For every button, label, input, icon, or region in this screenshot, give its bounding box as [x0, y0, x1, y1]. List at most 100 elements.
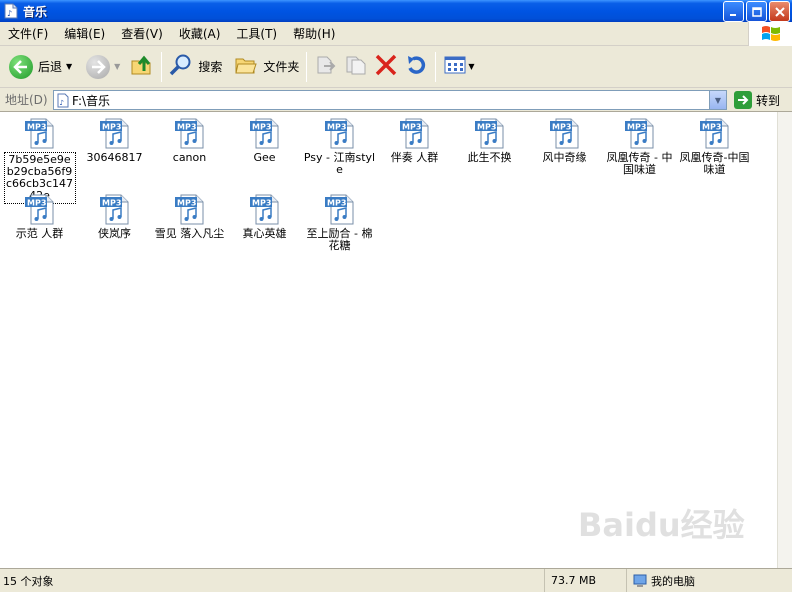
drive-folder-icon: ♪ [57, 93, 69, 108]
menu-file[interactable]: 文件(F) [0, 25, 56, 42]
delete-button[interactable] [371, 50, 401, 84]
file-item[interactable]: MP3 此生不换 [452, 117, 527, 164]
mp3-badge: MP3 [552, 123, 571, 132]
up-folder-icon [130, 53, 154, 80]
forward-button[interactable]: ▼ [83, 50, 123, 84]
up-folder-button[interactable] [127, 50, 157, 84]
status-count: 15 个对象 [0, 569, 545, 592]
file-item[interactable]: MP37b59e5e9eb29cba56f9c66cb3c14742e [2, 117, 77, 204]
toolbar: 后退 ▼ ▼ 搜索 文件夹 ▼ [0, 46, 792, 88]
mp3-file-icon: MP3 [248, 193, 282, 225]
mp3-file-icon: MP3 [323, 117, 357, 149]
file-name: 示范 人群 [15, 227, 64, 240]
views-button[interactable]: ▼ [440, 50, 477, 84]
toolbar-separator [435, 51, 437, 82]
music-folder-icon: ♪ [4, 3, 18, 19]
mp3-file-icon: MP3 [323, 193, 357, 225]
mp3-file-icon: MP3 [248, 117, 282, 149]
file-name: 雪见 落入凡尘 [154, 227, 225, 240]
title-bar[interactable]: ♪ 音乐 [0, 0, 792, 22]
menu-favorites[interactable]: 收藏(A) [171, 25, 229, 42]
back-dropdown-icon[interactable]: ▼ [66, 62, 72, 71]
mp3-file-icon: MP3 [23, 117, 57, 149]
mp3-file-icon: MP3 [548, 117, 582, 149]
file-item[interactable]: MP3 Gee [227, 117, 302, 164]
mp3-badge: MP3 [27, 199, 46, 208]
file-name: canon [172, 151, 207, 164]
mp3-badge: MP3 [102, 199, 121, 208]
mp3-badge: MP3 [252, 123, 271, 132]
address-value: F:\音乐 [72, 93, 111, 108]
folders-label: 文件夹 [263, 60, 300, 74]
file-item[interactable]: MP3 伴奏 人群 [377, 117, 452, 164]
mp3-file-icon: MP3 [98, 193, 132, 225]
mp3-badge: MP3 [252, 199, 271, 208]
svg-text:♪: ♪ [7, 9, 12, 18]
menu-bar: 文件(F) 编辑(E) 查看(V) 收藏(A) 工具(T) 帮助(H) [0, 22, 792, 46]
undo-button[interactable] [401, 50, 431, 84]
go-button[interactable]: 转到 [734, 91, 780, 109]
search-button[interactable]: 搜索 [166, 50, 225, 84]
my-computer-icon [633, 574, 647, 588]
baidu-watermark: Baidu经验 [578, 506, 745, 544]
menu-edit[interactable]: 编辑(E) [56, 25, 113, 42]
copy-to-icon [344, 54, 368, 79]
mp3-file-icon: MP3 [98, 117, 132, 149]
mp3-badge: MP3 [327, 199, 346, 208]
mp3-badge: MP3 [177, 123, 196, 132]
address-input[interactable]: ♪ F:\音乐 ▼ [53, 90, 727, 110]
go-arrow-icon [734, 91, 752, 109]
file-item[interactable]: MP3 示范 人群 [2, 193, 77, 240]
address-label: 地址(D) [5, 93, 48, 107]
svg-text:♪: ♪ [60, 99, 64, 107]
folder-icon [234, 54, 258, 79]
delete-icon [374, 54, 398, 79]
minimize-button[interactable] [723, 1, 744, 22]
move-to-icon [314, 54, 338, 79]
status-bar: 15 个对象 73.7 MB 我的电脑 [0, 568, 792, 592]
copy-to-button[interactable] [341, 50, 371, 84]
mp3-badge: MP3 [702, 123, 721, 132]
mp3-badge: MP3 [402, 123, 421, 132]
toolbar-separator [306, 51, 308, 82]
status-location: 我的电脑 [627, 569, 695, 592]
views-dropdown-icon[interactable]: ▼ [468, 62, 474, 71]
file-item[interactable]: MP3 至上励合 - 棉花糖 [302, 193, 377, 252]
vertical-scrollbar[interactable] [777, 112, 792, 568]
forward-dropdown-icon[interactable]: ▼ [114, 62, 120, 71]
mp3-badge: MP3 [177, 199, 196, 208]
windows-logo-icon [748, 22, 792, 46]
menu-view[interactable]: 查看(V) [113, 25, 171, 42]
file-name: 风中奇缘 [542, 151, 587, 164]
move-to-button[interactable] [311, 50, 341, 84]
address-bar: 地址(D) ♪ F:\音乐 ▼ 转到 [0, 88, 792, 112]
back-button[interactable]: 后退 ▼ [6, 50, 75, 84]
mp3-badge: MP3 [102, 123, 121, 132]
mp3-badge: MP3 [627, 123, 646, 132]
search-icon [169, 53, 193, 80]
file-item[interactable]: MP3 雪见 落入凡尘 [152, 193, 227, 240]
menu-help[interactable]: 帮助(H) [285, 25, 343, 42]
go-label: 转到 [756, 93, 781, 108]
close-button[interactable] [769, 1, 790, 22]
address-dropdown-icon[interactable]: ▼ [709, 91, 726, 109]
file-name: Gee [253, 151, 276, 164]
maximize-button[interactable] [746, 1, 767, 22]
mp3-file-icon: MP3 [173, 117, 207, 149]
file-name: 伴奏 人群 [390, 151, 439, 164]
menu-tools[interactable]: 工具(T) [228, 25, 285, 42]
file-item[interactable]: MP3 Psy - 江南style [302, 117, 377, 176]
file-item[interactable]: MP3 真心英雄 [227, 193, 302, 240]
file-item[interactable]: MP3 侠岚序 [77, 193, 152, 240]
file-item[interactable]: MP3 凤凰传奇 - 中国味道 [602, 117, 677, 176]
folders-button[interactable]: 文件夹 [231, 50, 302, 84]
file-item[interactable]: MP3 30646817 [77, 117, 152, 164]
mp3-file-icon: MP3 [23, 193, 57, 225]
mp3-badge: MP3 [27, 123, 46, 132]
file-item[interactable]: MP3 凤凰传奇-中国味道 [677, 117, 752, 176]
back-label: 后退 [38, 60, 63, 74]
file-name: 凤凰传奇-中国味道 [679, 151, 750, 176]
file-item[interactable]: MP3 风中奇缘 [527, 117, 602, 164]
file-item[interactable]: MP3 canon [152, 117, 227, 164]
file-name: 此生不换 [467, 151, 512, 164]
